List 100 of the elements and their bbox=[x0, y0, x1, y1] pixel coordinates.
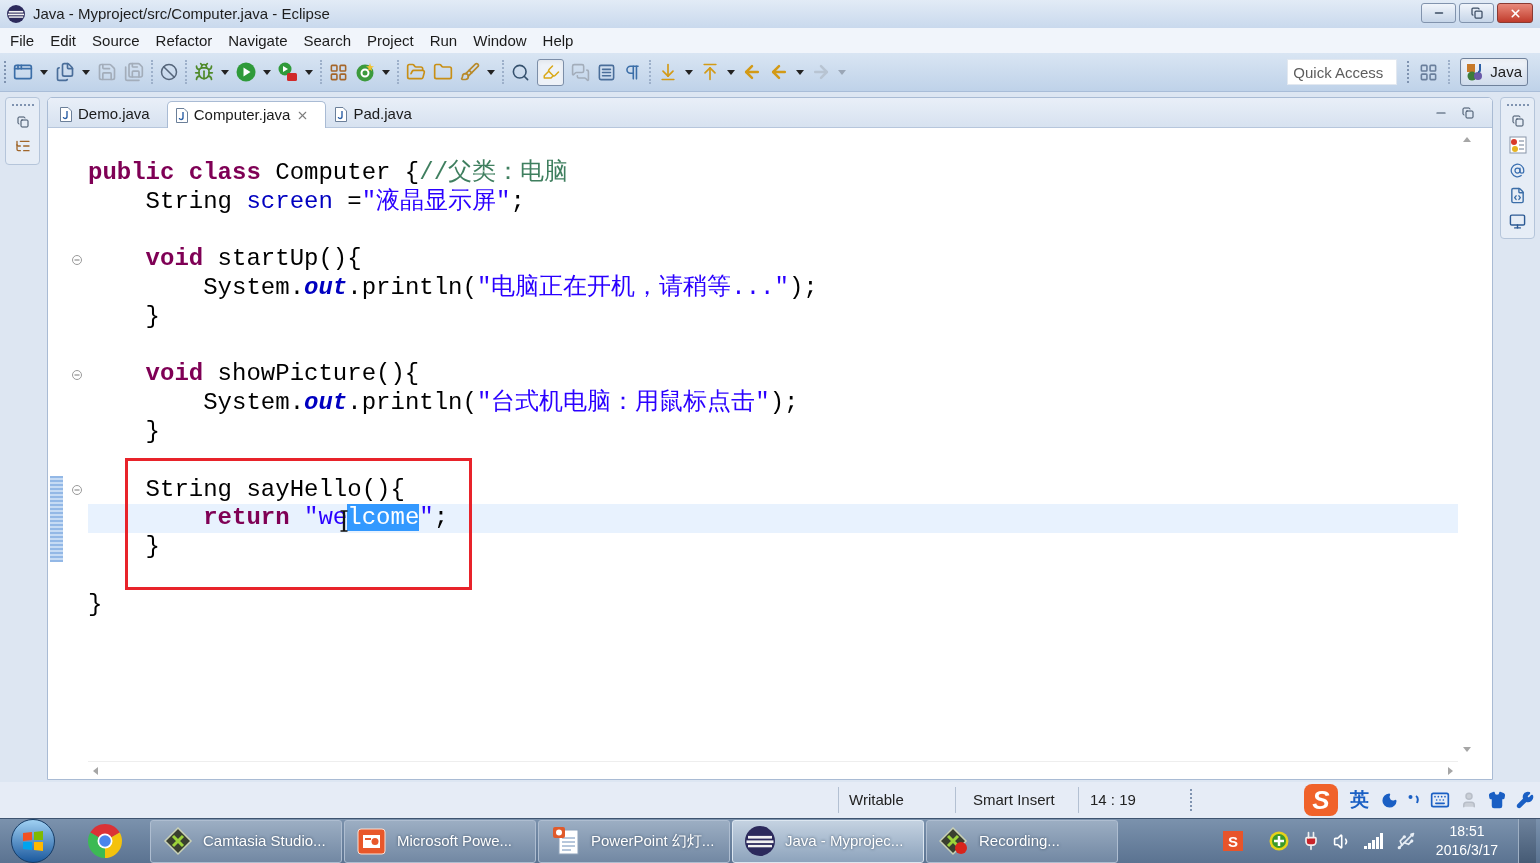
run-tool-icon[interactable] bbox=[278, 62, 298, 82]
code-line: void startUp(){ bbox=[145, 245, 362, 273]
app-icon bbox=[745, 826, 775, 856]
punctuation-icon[interactable] bbox=[1408, 794, 1420, 806]
recording-icon bbox=[939, 826, 969, 856]
window-icon[interactable] bbox=[13, 62, 33, 82]
editor-tab[interactable]: Pad.java bbox=[326, 100, 429, 127]
grip-icon bbox=[1407, 61, 1410, 83]
window-title: Java - Myproject/src/Computer.java - Eclipse bbox=[33, 3, 330, 24]
caret-icon[interactable] bbox=[727, 69, 735, 75]
browser-icon[interactable] bbox=[88, 824, 122, 858]
editor-tab[interactable]: Demo.java bbox=[51, 100, 167, 127]
start-button[interactable] bbox=[11, 819, 55, 863]
brush-icon[interactable] bbox=[460, 62, 480, 82]
clock-date: 2016/3/17 bbox=[1435, 841, 1499, 860]
restore-icon[interactable] bbox=[1511, 115, 1524, 127]
input-mode-toggle[interactable]: 英 bbox=[1348, 785, 1371, 815]
status-field: Writable bbox=[849, 788, 904, 812]
pilcrow-icon[interactable] bbox=[623, 62, 642, 82]
close-icon bbox=[1508, 6, 1522, 20]
no-entry-icon[interactable] bbox=[160, 63, 178, 81]
caret-icon[interactable] bbox=[487, 69, 495, 75]
menu-item[interactable]: File bbox=[2, 30, 43, 51]
fold-icon[interactable] bbox=[71, 484, 82, 495]
file-icon bbox=[335, 106, 348, 122]
code-line: void showPicture(){ bbox=[145, 360, 420, 388]
caret-icon[interactable] bbox=[382, 69, 390, 75]
perspective-button[interactable]: Java bbox=[1460, 58, 1528, 86]
slides-icon bbox=[357, 826, 387, 856]
clock-time: 18:51 bbox=[1449, 822, 1485, 841]
caret-icon[interactable] bbox=[221, 69, 229, 75]
code-line: String sayHello(){ bbox=[145, 475, 405, 503]
hierarchy-icon[interactable] bbox=[14, 138, 31, 154]
plus-icon[interactable] bbox=[1269, 831, 1289, 851]
code-line: } bbox=[145, 302, 160, 330]
menu-item[interactable]: Source bbox=[84, 30, 148, 51]
open-perspective-icon[interactable] bbox=[1419, 62, 1439, 82]
run-icon[interactable] bbox=[236, 62, 256, 82]
folder-open-icon[interactable] bbox=[406, 62, 426, 82]
caret-icon[interactable] bbox=[263, 69, 271, 75]
scroll-right-icon[interactable] bbox=[1448, 766, 1453, 775]
quick-access-field[interactable]: Quick Access bbox=[1287, 59, 1398, 85]
console-icon[interactable] bbox=[1509, 213, 1526, 230]
menu-item[interactable]: Run bbox=[421, 30, 466, 51]
menu-item[interactable]: Window bbox=[465, 30, 535, 51]
highlighter-icon bbox=[541, 63, 560, 81]
code-line: public class Computer {//父类：电脑 bbox=[88, 158, 569, 186]
menu-item[interactable]: Edit bbox=[42, 30, 85, 51]
caret-icon[interactable] bbox=[685, 69, 693, 75]
wrench-icon[interactable] bbox=[1516, 791, 1534, 809]
file-icon bbox=[60, 106, 72, 122]
restore-icon[interactable] bbox=[16, 116, 29, 128]
scroll-down-icon[interactable] bbox=[1463, 747, 1471, 752]
fold-icon[interactable] bbox=[71, 254, 82, 265]
menu-item[interactable]: Project bbox=[359, 30, 422, 51]
menu-item[interactable]: Help bbox=[534, 30, 582, 51]
code-line: } bbox=[145, 417, 160, 445]
menu-item[interactable]: Refactor bbox=[147, 30, 221, 51]
show-desktop-button[interactable] bbox=[1518, 819, 1536, 863]
restore-icon bbox=[1470, 7, 1483, 19]
flag-icon bbox=[22, 831, 44, 851]
status-field: 14 : 19 bbox=[1090, 788, 1136, 812]
caret-icon[interactable] bbox=[305, 69, 313, 75]
diamond-icon bbox=[163, 826, 193, 856]
grid-icon[interactable] bbox=[329, 62, 348, 82]
restore-button[interactable] bbox=[1459, 3, 1494, 23]
scroll-left-icon[interactable] bbox=[93, 766, 98, 775]
signal-icon[interactable] bbox=[1364, 833, 1384, 849]
menu-item[interactable]: Search bbox=[295, 30, 359, 51]
fold-icon[interactable] bbox=[71, 369, 82, 380]
code-line: System.out.println("台式机电脑：用鼠标点击"); bbox=[203, 389, 799, 417]
folder-icon[interactable] bbox=[433, 62, 453, 82]
list-icon[interactable] bbox=[597, 62, 616, 82]
disc-icon[interactable] bbox=[355, 62, 375, 82]
declaration-icon[interactable] bbox=[1509, 187, 1526, 204]
shirt-icon[interactable] bbox=[1488, 791, 1506, 809]
files-icon[interactable] bbox=[55, 62, 75, 82]
keyboard-icon[interactable] bbox=[1430, 790, 1450, 810]
caret-icon[interactable] bbox=[796, 69, 804, 75]
moon-icon[interactable] bbox=[1381, 791, 1398, 809]
at-sign-icon[interactable] bbox=[1510, 163, 1525, 178]
file-icon bbox=[175, 107, 188, 123]
highlighter-toggle[interactable] bbox=[537, 58, 564, 86]
minimize-button[interactable] bbox=[1421, 3, 1456, 23]
outline-icon[interactable] bbox=[1508, 136, 1527, 154]
code-line: System.out.println("电脑正在开机，请稍等..."); bbox=[203, 274, 818, 301]
caret-icon[interactable] bbox=[82, 69, 90, 75]
bug-icon[interactable] bbox=[194, 62, 214, 82]
code-line: } bbox=[145, 533, 160, 561]
search-icon[interactable] bbox=[511, 62, 530, 82]
document-icon bbox=[551, 826, 581, 856]
scroll-up-icon[interactable] bbox=[1463, 137, 1471, 142]
usb-icon[interactable] bbox=[1396, 831, 1416, 851]
editor-tab[interactable]: Computer.java bbox=[166, 101, 327, 128]
app-icon bbox=[7, 5, 25, 23]
close-button[interactable] bbox=[1497, 3, 1533, 23]
maximize-icon[interactable] bbox=[1462, 106, 1474, 119]
menu-item[interactable]: Navigate bbox=[220, 30, 296, 51]
ime-tray-logo[interactable]: S bbox=[1223, 831, 1243, 851]
caret-icon[interactable] bbox=[40, 69, 48, 75]
